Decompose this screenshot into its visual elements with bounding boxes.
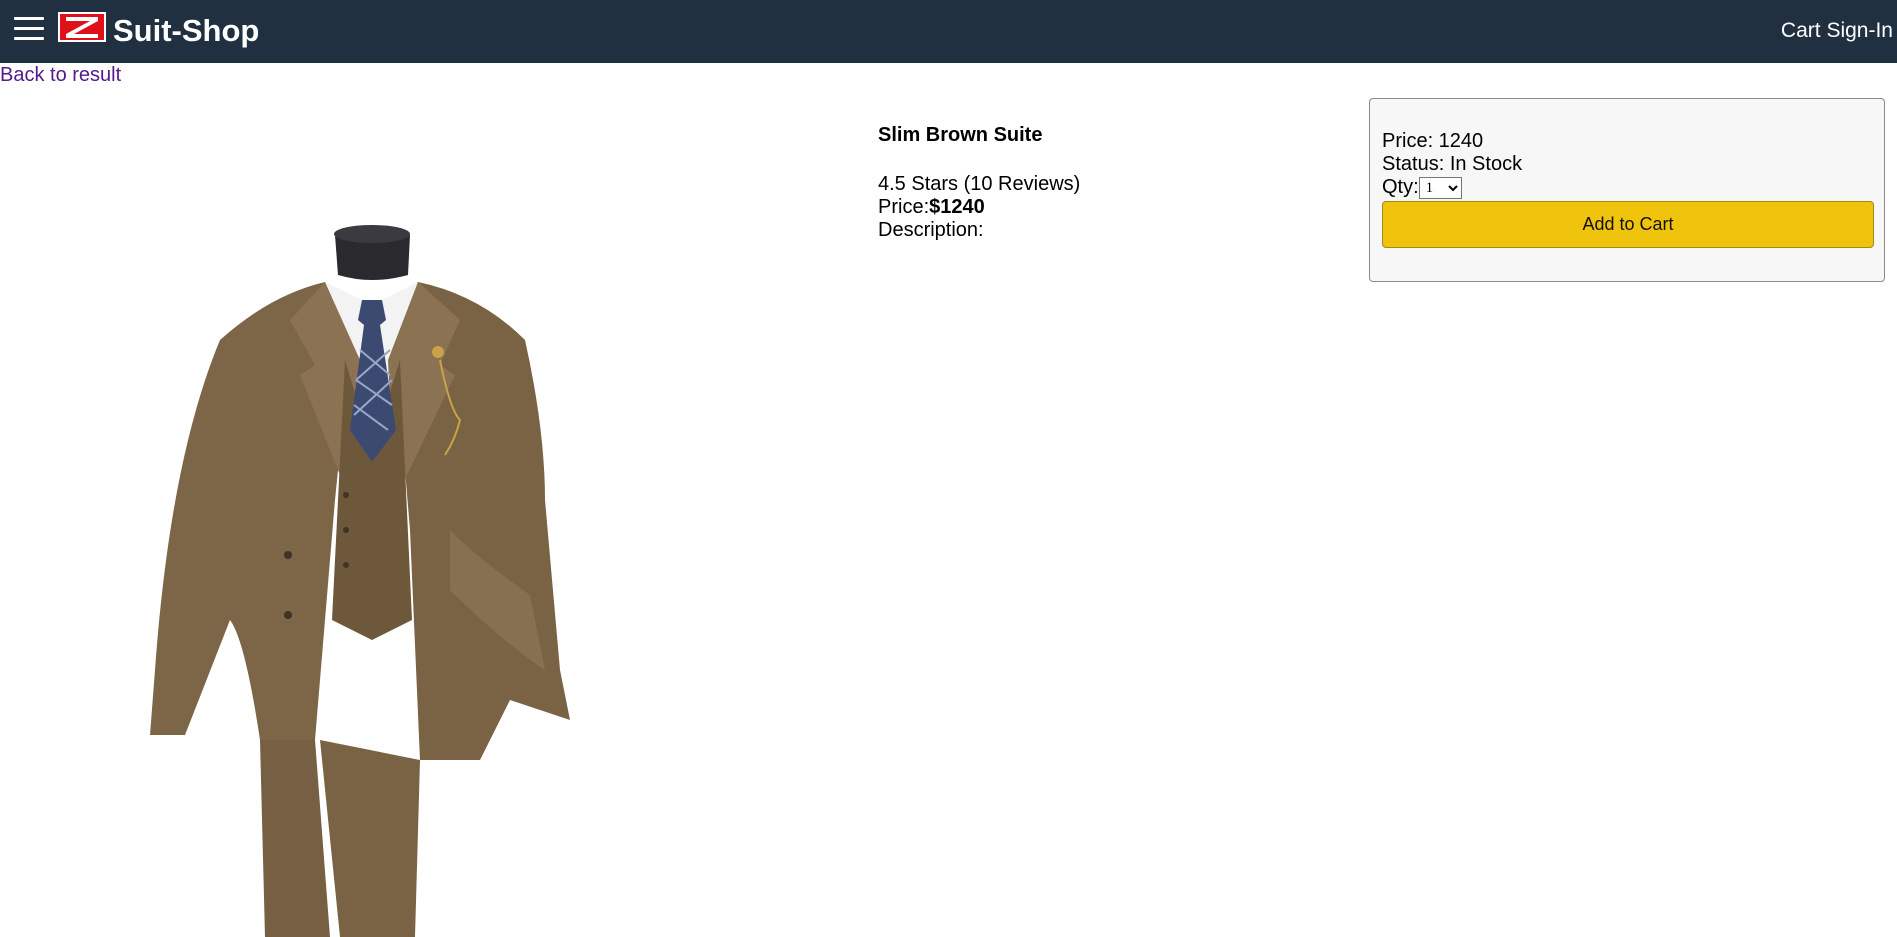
product-price-line: Price:$1240 bbox=[878, 196, 1298, 219]
product-image bbox=[150, 225, 570, 937]
z-logo-icon bbox=[58, 12, 106, 42]
description-label: Description: bbox=[878, 219, 984, 241]
price-value: $1240 bbox=[929, 196, 985, 218]
back-to-result-link[interactable]: Back to result bbox=[0, 63, 121, 87]
panel-price: Price: 1240 bbox=[1382, 130, 1484, 152]
product-info: Slim Brown Suite 4.5 Stars (10 Reviews) … bbox=[878, 123, 1298, 242]
qty-select[interactable]: 1 bbox=[1418, 176, 1462, 199]
qty-label: Qty: bbox=[1382, 176, 1419, 198]
product-rating: 4.5 Stars (10 Reviews) bbox=[878, 173, 1081, 195]
cart-link[interactable]: Cart bbox=[1781, 19, 1821, 42]
hamburger-menu-icon[interactable] bbox=[14, 14, 44, 44]
header-links: Cart Sign-In bbox=[1781, 19, 1893, 43]
stock-status: Status: In Stock bbox=[1382, 153, 1523, 175]
brand-link[interactable]: Suit-Shop bbox=[113, 13, 259, 49]
price-label: Price: bbox=[878, 196, 930, 218]
purchase-panel-content: Price: 1240 Status: In Stock Qty: 1 Add t… bbox=[1382, 130, 1874, 248]
add-to-cart-button[interactable]: Add to Cart bbox=[1382, 201, 1874, 248]
signin-link[interactable]: Sign-In bbox=[1826, 19, 1893, 42]
qty-row: Qty: 1 bbox=[1382, 176, 1872, 199]
top-header: Suit-Shop Cart Sign-In bbox=[0, 0, 1897, 63]
product-title: Slim Brown Suite bbox=[878, 124, 1043, 146]
purchase-panel: Price: 1240 Status: In Stock Qty: 1 Add t… bbox=[1369, 98, 1885, 282]
